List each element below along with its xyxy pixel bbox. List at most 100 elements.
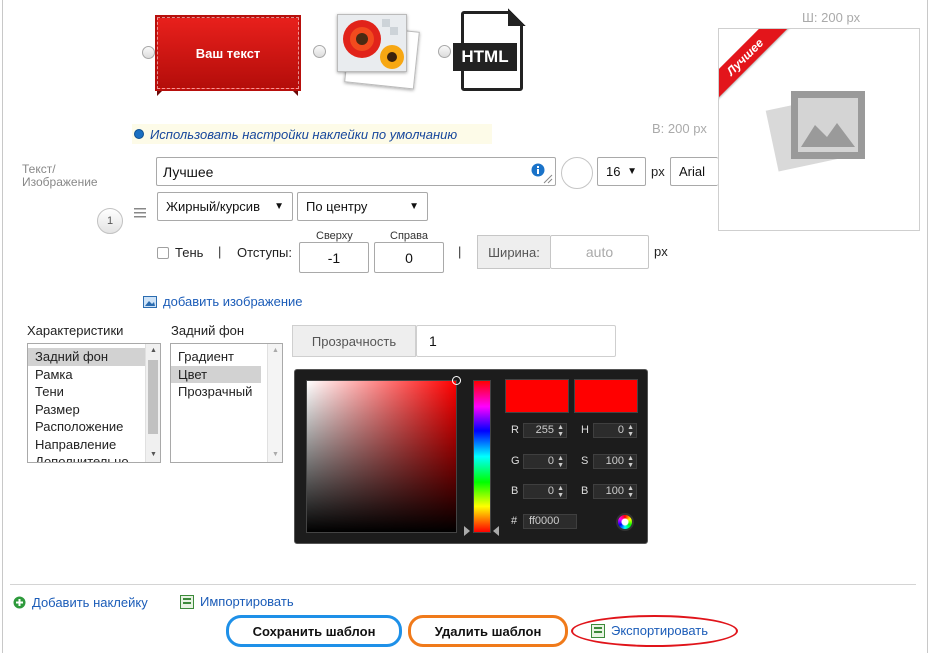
scroll-thumb[interactable] <box>148 360 158 434</box>
properties-item[interactable]: Направление <box>28 436 160 454</box>
hue-handle-left-icon[interactable] <box>464 526 470 536</box>
color-picker[interactable]: R 255 ▲ ▼ H 0 ▲ ▼ G 0 ▲ ▼ S 100 ▲ ▼ B 0 ▲ ▼ B 100 ▲… <box>294 369 648 544</box>
frame-right-border <box>927 0 928 653</box>
h-value: 0 <box>617 424 624 436</box>
properties-item[interactable]: Размер <box>28 401 160 419</box>
shadow-checkbox[interactable] <box>157 247 169 259</box>
import-link[interactable]: Импортировать <box>180 594 294 609</box>
font-size-select[interactable]: 16 ▼ <box>597 157 646 186</box>
hue-handle-right-icon[interactable] <box>493 526 499 536</box>
s-field[interactable]: 100 ▲ ▼ <box>593 454 637 469</box>
properties-item[interactable]: Рамка <box>28 366 160 384</box>
save-template-button[interactable]: Сохранить шаблон <box>226 615 402 647</box>
s-value: 100 <box>605 455 624 467</box>
padding-top-input[interactable]: -1 <box>299 242 369 273</box>
padding-right-label: Справа <box>390 230 428 242</box>
opacity-value: 1 <box>429 333 437 349</box>
properties-listbox[interactable]: Задний фон Рамка Тени Размер Расположени… <box>27 343 161 463</box>
properties-item[interactable]: Дополнительно <box>28 453 160 462</box>
shadow-label: Тень <box>175 245 204 260</box>
import-label: Импортировать <box>200 594 294 609</box>
brightness-value: 100 <box>605 485 624 497</box>
color-cursor[interactable] <box>452 376 461 385</box>
width-label: Ширина: <box>477 235 550 269</box>
import-icon <box>180 594 194 609</box>
brightness-field[interactable]: 100 ▲ ▼ <box>593 484 637 499</box>
sticker-tail-left <box>157 88 165 96</box>
background-scrollbar[interactable]: ▲ ▼ <box>267 344 282 462</box>
current-color-swatch <box>574 379 638 413</box>
h-field[interactable]: 0 ▲ ▼ <box>593 423 637 438</box>
hex-value: ff0000 <box>529 515 560 527</box>
properties-item[interactable]: Тени <box>28 383 160 401</box>
width-placeholder: auto <box>585 244 614 260</box>
export-link[interactable]: Экспортировать <box>591 623 708 638</box>
scroll-up-icon[interactable]: ▲ <box>268 344 282 358</box>
opacity-label: Прозрачность <box>292 325 416 357</box>
opacity-input[interactable]: 1 <box>416 325 616 357</box>
default-settings-radio[interactable] <box>134 129 144 139</box>
text-sticker-preview[interactable]: Ваш текст <box>155 15 301 91</box>
default-settings-label: Использовать настройки наклейки по умолч… <box>150 126 458 142</box>
sticker-type-radio-text[interactable] <box>142 46 155 59</box>
alignment-select[interactable]: По центру ▼ <box>297 192 428 221</box>
scroll-up-icon[interactable]: ▲ <box>146 344 160 358</box>
width-input[interactable]: auto <box>550 235 649 269</box>
separator-1: | <box>218 244 222 259</box>
b-value: 0 <box>547 485 554 497</box>
properties-item[interactable]: Расположение <box>28 418 160 436</box>
image-sticker-icon[interactable] <box>333 12 420 90</box>
background-listbox[interactable]: Градиент Цвет Прозрачный ▲ ▼ <box>170 343 283 463</box>
padding-right-input[interactable]: 0 <box>374 242 444 273</box>
html-label: HTML <box>453 43 517 71</box>
color-wheel-icon[interactable] <box>616 513 634 531</box>
add-sticker-link[interactable]: Добавить наклейку <box>13 595 148 610</box>
font-family-select[interactable]: Arial <box>670 157 718 186</box>
layer-number-badge: 1 <box>97 208 123 234</box>
properties-item[interactable]: Задний фон <box>28 348 160 366</box>
delete-template-button[interactable]: Удалить шаблон <box>408 615 568 647</box>
g-field[interactable]: 0 ▲ ▼ <box>523 454 567 469</box>
image-placeholder-icon <box>765 91 865 172</box>
preview-width-hint: Ш: 200 px <box>802 10 861 25</box>
r-field[interactable]: 255 ▲ ▼ <box>523 423 567 438</box>
html-sticker-icon[interactable]: HTML <box>453 8 526 91</box>
text-sticker-label: Ваш текст <box>195 45 261 61</box>
properties-scrollbar[interactable]: ▲ ▼ <box>145 344 160 462</box>
scroll-down-icon[interactable]: ▼ <box>268 448 282 462</box>
hue-slider[interactable] <box>473 380 491 533</box>
h-label: H <box>581 424 589 436</box>
sticker-text-input[interactable]: Лучшее <box>156 157 556 186</box>
scroll-down-icon[interactable]: ▼ <box>146 448 160 462</box>
frame-left-border <box>2 0 3 653</box>
export-label: Экспортировать <box>611 623 708 638</box>
brightness-label: B <box>581 485 589 497</box>
text-color-button[interactable] <box>561 157 593 189</box>
g-label: G <box>511 455 520 467</box>
text-section-label-line2: Изображение <box>22 175 98 189</box>
alignment-value: По центру <box>306 199 368 214</box>
export-icon <box>591 623 605 638</box>
background-header: Задний фон <box>171 323 245 338</box>
background-item[interactable]: Градиент <box>171 348 282 366</box>
font-style-select[interactable]: Жирный/курсив ▼ <box>157 192 293 221</box>
add-image-link[interactable]: добавить изображение <box>143 294 303 309</box>
hex-field[interactable]: ff0000 <box>523 514 577 529</box>
background-item[interactable]: Цвет <box>171 365 261 383</box>
sticker-type-radio-image[interactable] <box>313 45 326 58</box>
resize-grip-icon[interactable] <box>543 174 553 184</box>
preview-height-hint: В: 200 px <box>652 121 707 136</box>
use-default-settings-option[interactable]: Использовать настройки наклейки по умолч… <box>132 124 492 144</box>
drag-handle-icon[interactable] <box>134 207 146 218</box>
plus-circle-icon <box>13 596 26 609</box>
image-add-icon <box>143 295 157 308</box>
s-label: S <box>581 455 589 467</box>
sticker-type-radio-html[interactable] <box>438 45 451 58</box>
background-item[interactable]: Прозрачный <box>171 383 282 401</box>
padding-label: Отступы: <box>237 245 293 260</box>
width-unit: px <box>654 244 668 259</box>
hex-label: # <box>511 515 518 527</box>
saturation-value-area[interactable] <box>306 376 461 533</box>
b-field[interactable]: 0 ▲ ▼ <box>523 484 567 499</box>
flower-photo-icon <box>338 15 406 71</box>
